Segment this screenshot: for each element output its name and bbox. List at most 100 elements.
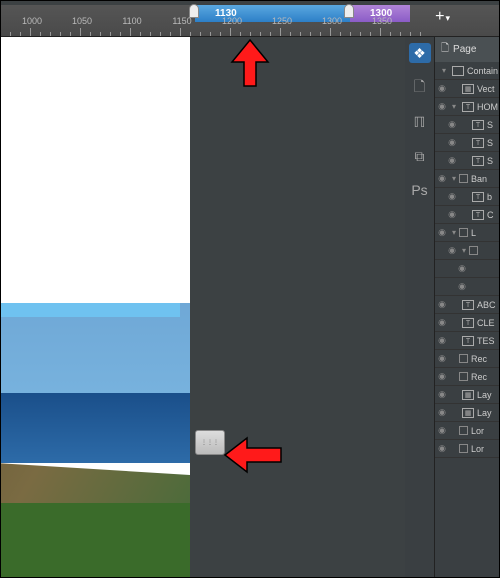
layers-panel-header[interactable]: 🗋 Page bbox=[435, 37, 500, 62]
layer-row[interactable]: ◉ Rec bbox=[435, 350, 500, 368]
layer-label: C bbox=[487, 210, 500, 220]
visibility-icon[interactable]: ◉ bbox=[435, 173, 449, 184]
layer-row[interactable]: ◉ Tb bbox=[435, 188, 500, 206]
hero-image bbox=[0, 303, 190, 578]
layer-label: b bbox=[487, 192, 500, 202]
ruler-ticks bbox=[0, 20, 500, 36]
layer-label: Lor bbox=[471, 426, 500, 436]
ruler-tick bbox=[180, 28, 181, 36]
layer-type-icon: ▦ bbox=[462, 390, 474, 400]
layer-label: Contain bbox=[467, 66, 500, 76]
layer-label: TES bbox=[477, 336, 500, 346]
layer-type-icon: ▦ bbox=[462, 84, 474, 94]
layer-row[interactable]: ◉▾ bbox=[435, 242, 500, 260]
layer-row[interactable]: ◉TS bbox=[435, 134, 500, 152]
expand-icon[interactable]: ▾ bbox=[449, 102, 459, 111]
visibility-icon[interactable]: ◉ bbox=[435, 317, 449, 328]
layer-label: Rec bbox=[471, 372, 500, 382]
container-row[interactable]: ▾ Contain bbox=[435, 62, 500, 80]
layer-checkbox-icon bbox=[459, 228, 468, 237]
visibility-icon[interactable]: ◉ bbox=[455, 263, 469, 274]
layer-row[interactable]: ◉▾THOM bbox=[435, 98, 500, 116]
layer-type-icon: T bbox=[472, 156, 484, 166]
layer-row[interactable]: ◉ Lor bbox=[435, 422, 500, 440]
layer-row[interactable]: ◉▦Lay bbox=[435, 404, 500, 422]
annotation-arrow-left bbox=[223, 430, 283, 480]
visibility-icon[interactable]: ◉ bbox=[435, 227, 449, 238]
responsive-ruler[interactable]: 1130 1300 + bbox=[0, 5, 500, 37]
visibility-icon[interactable]: ◉ bbox=[435, 353, 449, 364]
layer-checkbox-icon bbox=[459, 174, 468, 183]
ruler-tick bbox=[280, 28, 281, 36]
layer-row[interactable]: ◉ TTES bbox=[435, 332, 500, 350]
canvas-width-handle[interactable]: ⋮⋮⋮ bbox=[195, 430, 225, 455]
layer-row[interactable]: ◉ TCLE bbox=[435, 314, 500, 332]
assets-icon[interactable]: 🗋 bbox=[411, 79, 429, 97]
ruler-tick bbox=[380, 28, 381, 36]
annotation-arrow-up bbox=[220, 38, 280, 88]
layer-checkbox-icon bbox=[459, 354, 468, 363]
visibility-icon[interactable]: ◉ bbox=[445, 209, 459, 220]
visibility-icon[interactable]: ◉ bbox=[445, 191, 459, 202]
layer-label: S bbox=[487, 156, 500, 166]
layer-label: Ban bbox=[471, 174, 500, 184]
photoshop-icon[interactable]: Ps bbox=[411, 181, 429, 199]
layer-label: CLE bbox=[477, 318, 500, 328]
add-breakpoint-button[interactable]: + bbox=[435, 8, 450, 26]
column-guides bbox=[0, 37, 190, 312]
layer-row[interactable]: ◉ TS bbox=[435, 116, 500, 134]
visibility-icon[interactable]: ◉ bbox=[435, 443, 449, 454]
copy-icon[interactable]: ⧉ bbox=[411, 147, 429, 165]
ruler-tick bbox=[130, 28, 131, 36]
layer-label: S bbox=[487, 120, 500, 130]
layer-row[interactable]: ◉ ▦Vect bbox=[435, 80, 500, 98]
layer-type-icon: T bbox=[462, 318, 474, 328]
visibility-icon[interactable]: ◉ bbox=[435, 299, 449, 310]
layers-panel: 🗋 Page ▾ Contain ◉▦Vect◉▾THOM◉TS◉TS◉TS◉▾… bbox=[435, 37, 500, 578]
layer-row[interactable]: ◉Lor bbox=[435, 440, 500, 458]
canvas[interactable] bbox=[0, 37, 198, 578]
container-icon bbox=[452, 66, 464, 76]
chevron-down-icon: ▾ bbox=[439, 66, 449, 75]
layer-row[interactable]: ◉▾L bbox=[435, 224, 500, 242]
layer-row[interactable]: ◉▦Lay bbox=[435, 386, 500, 404]
visibility-icon[interactable]: ◉ bbox=[435, 389, 449, 400]
visibility-icon[interactable]: ◉ bbox=[455, 281, 469, 292]
layer-label: Rec bbox=[471, 354, 500, 364]
breakpoint-handle[interactable] bbox=[344, 4, 354, 18]
visibility-icon[interactable]: ◉ bbox=[445, 137, 459, 148]
layer-label: S bbox=[487, 138, 500, 148]
visibility-icon[interactable]: ◉ bbox=[435, 101, 449, 112]
layer-checkbox-icon bbox=[459, 372, 468, 381]
ruler-tick bbox=[230, 28, 231, 36]
layer-row[interactable]: ◉ bbox=[435, 260, 500, 278]
layer-type-icon: T bbox=[472, 192, 484, 202]
layer-label: Vect bbox=[477, 84, 500, 94]
page-label: Page bbox=[453, 44, 476, 55]
layer-type-icon: T bbox=[472, 120, 484, 130]
layer-row[interactable]: ◉ bbox=[435, 278, 500, 296]
expand-icon[interactable]: ▾ bbox=[459, 246, 469, 255]
layer-row[interactable]: ◉ Rec bbox=[435, 368, 500, 386]
layer-type-icon: T bbox=[462, 102, 474, 112]
expand-icon[interactable]: ▾ bbox=[449, 174, 459, 183]
layer-checkbox-icon bbox=[459, 444, 468, 453]
visibility-icon[interactable]: ◉ bbox=[435, 407, 449, 418]
visibility-icon[interactable]: ◉ bbox=[435, 83, 449, 94]
ruler-tick bbox=[80, 28, 81, 36]
visibility-icon[interactable]: ◉ bbox=[435, 425, 449, 436]
expand-icon[interactable]: ▾ bbox=[449, 228, 459, 237]
layer-checkbox-icon bbox=[469, 246, 478, 255]
layer-row[interactable]: ◉TABC bbox=[435, 296, 500, 314]
visibility-icon[interactable]: ◉ bbox=[445, 245, 459, 256]
layer-type-icon: T bbox=[462, 336, 474, 346]
layer-row[interactable]: ◉▾ Ban bbox=[435, 170, 500, 188]
visibility-icon[interactable]: ◉ bbox=[445, 155, 459, 166]
visibility-icon[interactable]: ◉ bbox=[445, 119, 459, 130]
library-icon[interactable]: ℿ bbox=[411, 113, 429, 131]
layer-row[interactable]: ◉TC bbox=[435, 206, 500, 224]
visibility-icon[interactable]: ◉ bbox=[435, 371, 449, 382]
layers-icon[interactable]: ❖ bbox=[409, 43, 431, 63]
layer-row[interactable]: ◉ TS bbox=[435, 152, 500, 170]
visibility-icon[interactable]: ◉ bbox=[435, 335, 449, 346]
